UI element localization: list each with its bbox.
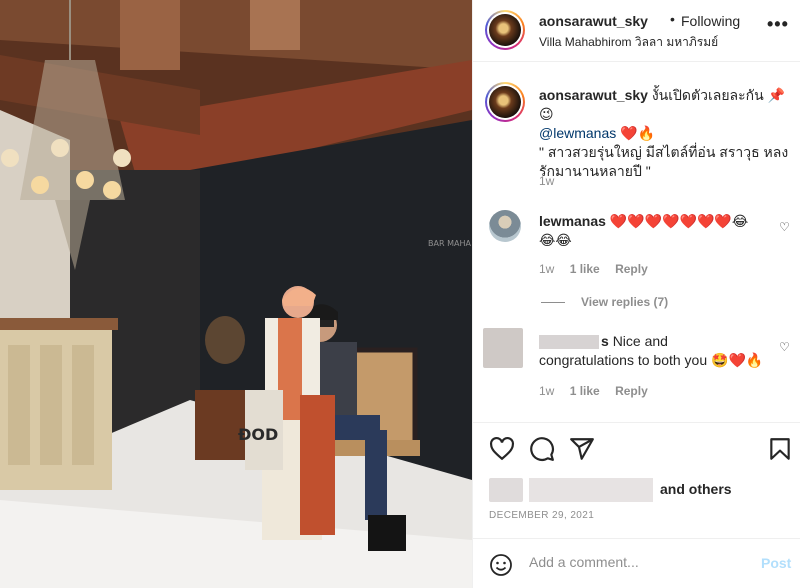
like-heart-icon[interactable]	[489, 436, 515, 462]
view-replies-label: View replies (7)	[581, 295, 669, 309]
comment-bubble-icon[interactable]	[529, 436, 555, 462]
caption-text: aonsarawut_sky งั้นเปิดตัวเลยละกัน 📌😉 @l…	[539, 86, 791, 181]
comment-avatar[interactable]	[489, 210, 521, 242]
caption-quote: " สาวสวยรุ่นใหญ่ มีสไตล์ที่อ่น สราวุธ หล…	[539, 144, 789, 179]
following-button[interactable]: Following	[681, 13, 740, 29]
header-separator: •	[670, 11, 675, 27]
liked-by-row[interactable]: and others	[489, 478, 789, 502]
comment-username[interactable]: s	[601, 333, 609, 349]
caption-mention-emoji: ❤️🔥	[620, 125, 656, 141]
comment-likes[interactable]: 1 like	[570, 384, 600, 398]
comment-meta: 1w 1 like Reply	[539, 384, 660, 398]
post-header: aonsarawut_sky • Following Villa Mahabhi…	[473, 0, 800, 62]
comment-like-heart-icon[interactable]: ♡	[779, 220, 790, 234]
comment-text: s Nice and congratulations to both you 🤩…	[539, 332, 765, 370]
comment-likes[interactable]: 1 like	[570, 262, 600, 276]
comment-form: Add a comment... Post	[473, 538, 800, 588]
comment-time[interactable]: 1w	[539, 262, 554, 276]
post-photo[interactable]: BAR MAHA ĐOD	[0, 0, 472, 588]
view-replies-button[interactable]: View replies (7)	[541, 295, 668, 309]
share-send-icon[interactable]	[569, 436, 595, 462]
caption-username[interactable]: aonsarawut_sky	[539, 87, 648, 103]
actions-divider	[473, 422, 800, 423]
post-side-panel: aonsarawut_sky • Following Villa Mahabhi…	[472, 0, 800, 588]
caption-time[interactable]: 1w	[539, 174, 554, 188]
svg-text:ĐOD: ĐOD	[238, 425, 278, 444]
post-comment-button[interactable]: Post	[761, 555, 791, 571]
comment-input[interactable]: Add a comment...	[529, 554, 639, 570]
replies-divider	[541, 302, 565, 304]
caption-mention[interactable]: @lewmanas	[539, 125, 616, 141]
caption-avatar[interactable]	[485, 82, 525, 122]
emoji-smiley-icon[interactable]	[489, 553, 513, 577]
more-horizontal-icon[interactable]: •••	[767, 14, 789, 35]
blurred-username	[539, 335, 599, 350]
and-others-link[interactable]: and others	[660, 481, 732, 497]
comment-like-heart-icon[interactable]: ♡	[779, 340, 790, 354]
blurred-liker-name	[529, 478, 653, 502]
comment-time[interactable]: 1w	[539, 384, 554, 398]
author-username[interactable]: aonsarawut_sky	[539, 13, 648, 29]
comment-meta: 1w 1 like Reply	[539, 262, 660, 276]
blurred-liker-avatar	[489, 478, 523, 502]
urn	[205, 316, 245, 364]
post-date[interactable]: DECEMBER 29, 2021	[489, 510, 594, 521]
save-bookmark-icon[interactable]	[767, 436, 793, 462]
comment-username[interactable]: lewmanas	[539, 213, 606, 229]
comment-text: lewmanas ❤️❤️❤️❤️❤️❤️❤️😂😂😂	[539, 212, 763, 250]
comment-reply-button[interactable]: Reply	[615, 262, 648, 276]
photo-scene: BAR MAHA ĐOD	[0, 0, 472, 588]
wall-sign: BAR MAHA	[428, 239, 471, 248]
author-avatar[interactable]	[485, 10, 525, 50]
comment-reply-button[interactable]: Reply	[615, 384, 648, 398]
post-location[interactable]: Villa Mahabhirom วิลลา มหาภิรมย์	[539, 33, 718, 52]
comment-avatar[interactable]	[483, 328, 523, 368]
